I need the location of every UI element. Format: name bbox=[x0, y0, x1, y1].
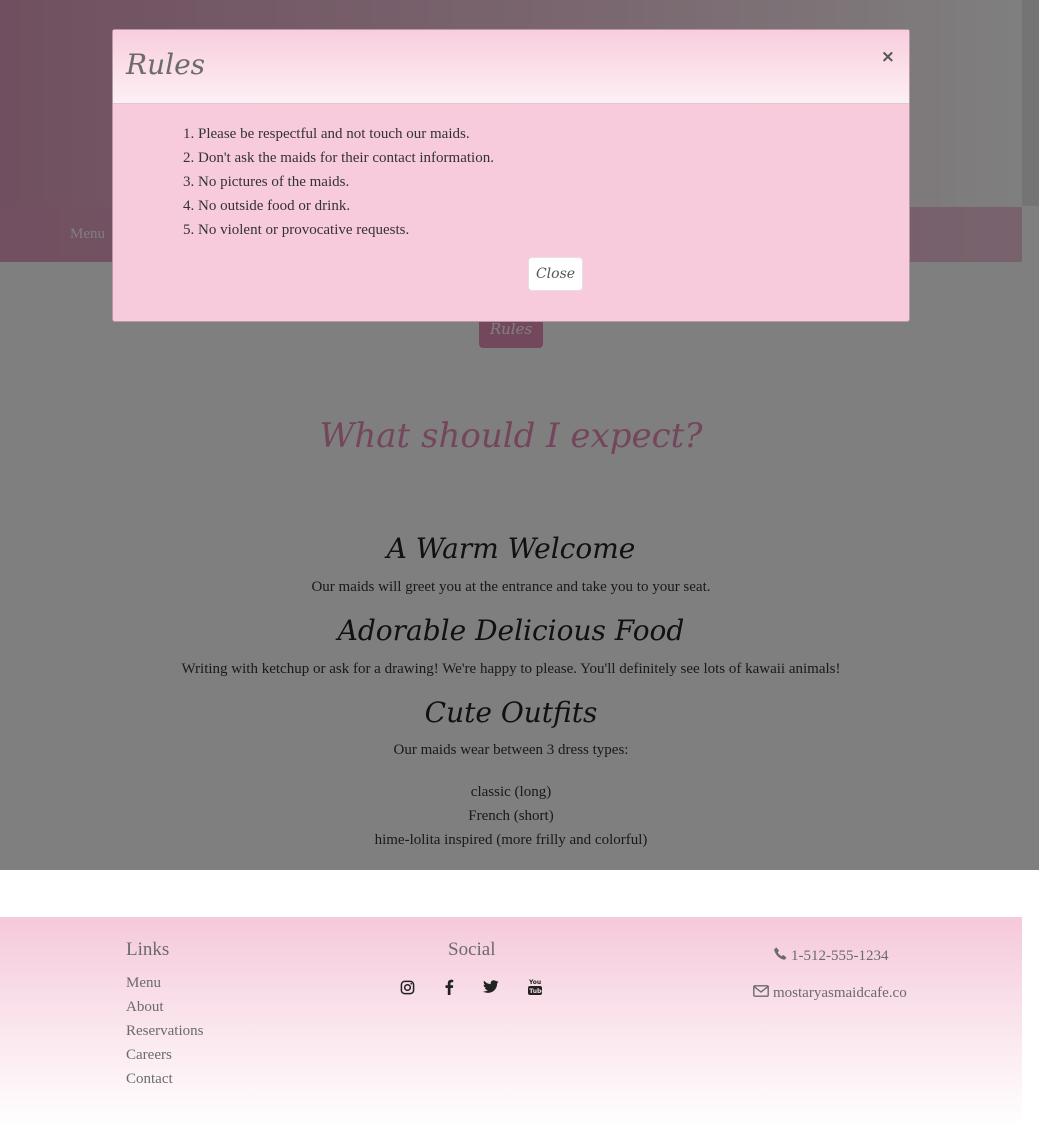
svg-text:Tube: Tube bbox=[529, 988, 543, 995]
rule-item: 5. No violent or provocative requests. bbox=[183, 222, 410, 238]
instagram-icon[interactable] bbox=[398, 978, 416, 996]
footer-social-title: Social bbox=[448, 939, 496, 960]
rules-modal: Rules × 1. Please be respectful and not … bbox=[112, 29, 910, 322]
contact-email: mostaryasmaidcafe.co bbox=[753, 985, 907, 1002]
youtube-icon[interactable]: You Tube bbox=[526, 978, 544, 996]
rule-item: 4. No outside food or drink. bbox=[183, 198, 351, 214]
phone-number: 1-512-555-1234 bbox=[791, 947, 889, 964]
phone-icon bbox=[774, 947, 787, 965]
footer: Links Menu About Reservations Careers Co… bbox=[0, 917, 1022, 1126]
footer-link-about[interactable]: About bbox=[126, 995, 203, 1019]
contact-phone: 1-512-555-1234 bbox=[774, 947, 889, 965]
footer-link-reservations[interactable]: Reservations bbox=[126, 1019, 203, 1043]
close-icon[interactable]: × bbox=[881, 47, 895, 67]
close-button[interactable]: Close bbox=[528, 257, 583, 291]
footer-link-contact[interactable]: Contact bbox=[126, 1067, 203, 1091]
rule-item: 3. No pictures of the maids. bbox=[183, 174, 350, 190]
footer-links-title: Links bbox=[126, 939, 170, 960]
footer-link-careers[interactable]: Careers bbox=[126, 1043, 203, 1067]
email-address[interactable]: mostaryasmaidcafe.co bbox=[773, 985, 907, 1002]
footer-links: Menu About Reservations Careers Contact bbox=[126, 971, 203, 1091]
modal-header: Rules × bbox=[113, 30, 909, 104]
facebook-icon[interactable] bbox=[440, 978, 458, 996]
rules-list: 1. Please be respectful and not touch ou… bbox=[183, 122, 494, 242]
page: Menu Rules What should I expect? A Warm … bbox=[0, 0, 1039, 1126]
rule-item: 1. Please be respectful and not touch ou… bbox=[183, 126, 470, 142]
twitter-icon[interactable] bbox=[482, 978, 500, 996]
modal-title: Rules bbox=[126, 48, 206, 81]
svg-text:You: You bbox=[528, 979, 541, 986]
footer-link-menu[interactable]: Menu bbox=[126, 971, 203, 995]
envelope-icon bbox=[753, 985, 769, 1002]
rule-item: 2. Don't ask the maids for their contact… bbox=[183, 150, 494, 166]
